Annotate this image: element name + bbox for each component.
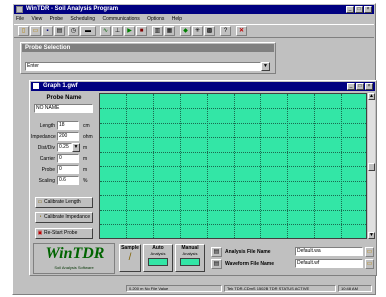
maximize-icon[interactable]: □ [355, 6, 363, 13]
probe-wand-icon: / [128, 252, 132, 263]
scroll-down-icon[interactable]: ▼ [368, 232, 375, 239]
table-icon[interactable]: ▦ [164, 26, 175, 36]
logo-box: WinTDR Soil Analysis Software [33, 243, 115, 274]
dist-div-label: Dist/Div [37, 145, 55, 151]
analysis-file-icon[interactable]: ▤ [211, 247, 222, 257]
chevron-down-icon[interactable]: ▼ [261, 62, 270, 71]
carrier-unit: m [83, 156, 88, 162]
settings-icon[interactable]: ✳ [192, 26, 203, 36]
probe-selection-titlebar[interactable]: Probe Selection [22, 44, 274, 52]
manual-analysis-button[interactable]: Manual Analysis [175, 244, 205, 272]
ruler-icon: ▭ [37, 199, 43, 205]
graph-titlebar[interactable]: Graph 1.gwf _ □ × [31, 82, 375, 91]
length-unit: cm [83, 123, 90, 129]
probe-unit: m [83, 167, 88, 173]
stop-icon[interactable]: ■ [136, 26, 147, 36]
restart-icon: ▣ [37, 230, 43, 236]
bar-icon[interactable]: ▬ [80, 26, 96, 36]
scaling-label: Scaling [38, 178, 55, 184]
length-label: Length [39, 123, 55, 129]
menu-communications[interactable]: Communications [102, 16, 139, 22]
meter-icon: ◔ [38, 214, 42, 220]
graph-maximize-icon[interactable]: □ [356, 83, 364, 90]
menu-probe[interactable]: Probe [50, 16, 63, 22]
save-icon[interactable]: ▪ [42, 26, 53, 36]
analysis-file-browse-icon[interactable]: ▭ [365, 247, 374, 257]
probe-selection-window: Probe Selection Enter ▼ [20, 42, 276, 74]
print-icon[interactable]: ▤ [54, 26, 65, 36]
scroll-up-icon[interactable]: ▲ [368, 93, 375, 100]
carrier-field[interactable]: 0 [57, 154, 79, 163]
carrier-label: Carrier [39, 156, 55, 162]
report-icon[interactable]: ◆ [180, 26, 191, 36]
status-bar: 0.200 m No File Value Tek TDR-CDmS 1502B… [14, 284, 374, 293]
menu-bar: File View Probe Scheduling Communication… [16, 15, 372, 23]
impedance-label: Impedance [31, 134, 56, 140]
wintdr-logo: WinTDR [45, 245, 105, 262]
app-title: WinTDR - Soil Analysis Program [26, 6, 119, 12]
waveform-file-icon[interactable]: ▤ [211, 259, 222, 269]
impedance-field[interactable]: 200 [57, 132, 79, 141]
app-icon [16, 6, 23, 13]
help-icon[interactable]: ? [220, 26, 231, 36]
logo-subtitle: Soil Analysis Software [54, 265, 94, 270]
menu-view[interactable]: View [31, 16, 42, 22]
grid-icon[interactable]: ▩ [204, 26, 215, 36]
probe-icon[interactable]: ⊥ [112, 26, 123, 36]
analysis-file-field[interactable]: Default.wa [295, 247, 363, 256]
toolbar: ▯ ▭ ▪ ▤ ◷ ▬ ∿ ⊥ ▶ ■ ▥ ▦ ◆ ✳ ▩ ? ✕ [14, 24, 374, 38]
menu-help[interactable]: Help [172, 16, 182, 22]
probe-name-field[interactable]: NO NAME [34, 104, 93, 113]
calibrate-impedance-button[interactable]: ◔ Calibrate Impedance [35, 212, 93, 223]
minimize-icon[interactable]: _ [346, 6, 354, 13]
waveform-file-field[interactable]: Default.wf [295, 259, 363, 268]
graph-minimize-icon[interactable]: _ [347, 83, 355, 90]
menu-scheduling[interactable]: Scheduling [70, 16, 95, 22]
auto-analysis-button[interactable]: Auto Analysis [143, 244, 173, 272]
calibrate-length-button[interactable]: ▭ Calibrate Length [35, 197, 93, 208]
scaling-unit: % [83, 178, 88, 184]
status-pane-time: 10:48 AM [338, 285, 372, 292]
probe-selection-title: Probe Selection [25, 45, 71, 51]
impedance-unit: ohm [83, 134, 93, 140]
dist-div-dropdown-icon[interactable]: ▼ [72, 143, 80, 152]
length-field[interactable]: 18 [57, 121, 79, 130]
manual-analysis-icon [180, 258, 200, 266]
menu-options[interactable]: Options [147, 16, 164, 22]
probe-field[interactable]: 0 [57, 165, 79, 174]
scaling-field[interactable]: 0.6 [57, 176, 79, 185]
close-icon[interactable]: × [364, 6, 372, 13]
plot-icon[interactable]: ∿ [100, 26, 111, 36]
auto-analysis-icon [148, 258, 168, 266]
graph-vertical-scrollbar[interactable]: ▲ ▼ [368, 93, 375, 239]
dist-div-unit: m [83, 145, 88, 151]
run-icon[interactable]: ▶ [124, 26, 135, 36]
status-pane-position: 0.200 m No File Value [126, 285, 222, 292]
graph-window-icon [33, 83, 39, 89]
open-icon[interactable]: ▭ [30, 26, 41, 36]
file-panel: ▤ Analysis File Name Default.wa ▭ ▤ Wave… [209, 244, 375, 272]
waveform-file-browse-icon[interactable]: ▭ [365, 259, 374, 269]
analysis-file-label: Analysis File Name [225, 249, 271, 255]
probe-selection-dropdown[interactable]: Enter [25, 62, 261, 71]
app-titlebar[interactable]: WinTDR - Soil Analysis Program _ □ × [14, 5, 374, 14]
new-icon[interactable]: ▯ [18, 26, 29, 36]
chart-icon[interactable]: ▥ [152, 26, 163, 36]
waveform-plot[interactable] [99, 93, 367, 239]
graph-close-icon[interactable]: × [365, 83, 373, 90]
sample-button[interactable]: Sample / [119, 244, 141, 272]
exit-icon[interactable]: ✕ [236, 26, 247, 36]
probe-label: Probe [41, 167, 55, 173]
menu-file[interactable]: File [16, 16, 24, 22]
scroll-thumb[interactable] [368, 163, 375, 171]
probe-panel: Probe Name NO NAME Length 18 cm Impedanc… [31, 93, 97, 243]
dist-div-field[interactable]: 0.25 [57, 143, 72, 152]
waveform-file-label: Waveform File Name [225, 261, 274, 267]
graph-title: Graph 1.gwf [43, 83, 78, 89]
restart-probe-button[interactable]: ▣ Re-Start Probe [35, 228, 93, 239]
clock-icon[interactable]: ◷ [68, 26, 79, 36]
probe-name-heading: Probe Name [46, 95, 82, 101]
status-pane-instrument: Tek TDR-CDmS 1502B TDR STATUS ACTIVE [224, 285, 336, 292]
